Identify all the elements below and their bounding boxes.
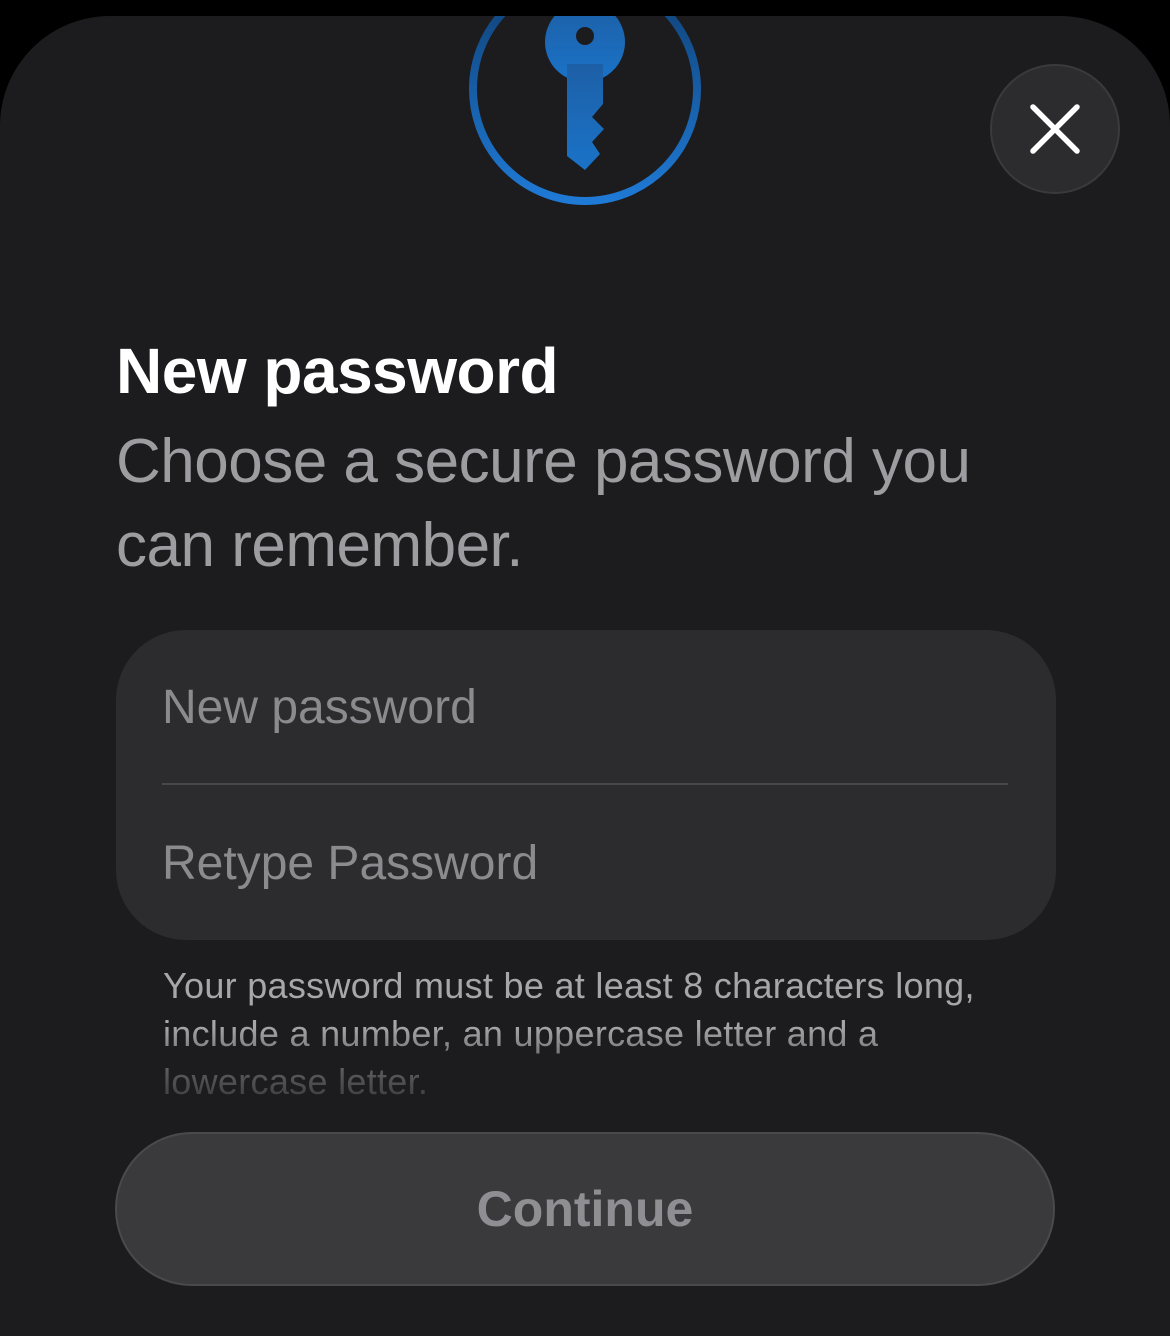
close-icon [1030,104,1080,154]
retype-password-row [116,786,1056,940]
key-badge [468,16,702,206]
page-title: New password [116,335,559,407]
password-requirements-hint: Your password must be at least 8 charact… [163,965,975,1102]
retype-password-input[interactable] [162,786,1008,940]
field-divider [162,783,1008,785]
password-sheet: New password Choose a secure password yo… [0,16,1170,1336]
new-password-input[interactable] [162,630,1008,784]
close-button[interactable] [990,64,1120,194]
page-subtitle: Choose a secure password you can remembe… [116,427,971,580]
key-icon [469,16,701,205]
password-fields-group [116,630,1056,940]
continue-button[interactable]: Continue [115,1132,1055,1286]
new-password-row [116,630,1056,784]
